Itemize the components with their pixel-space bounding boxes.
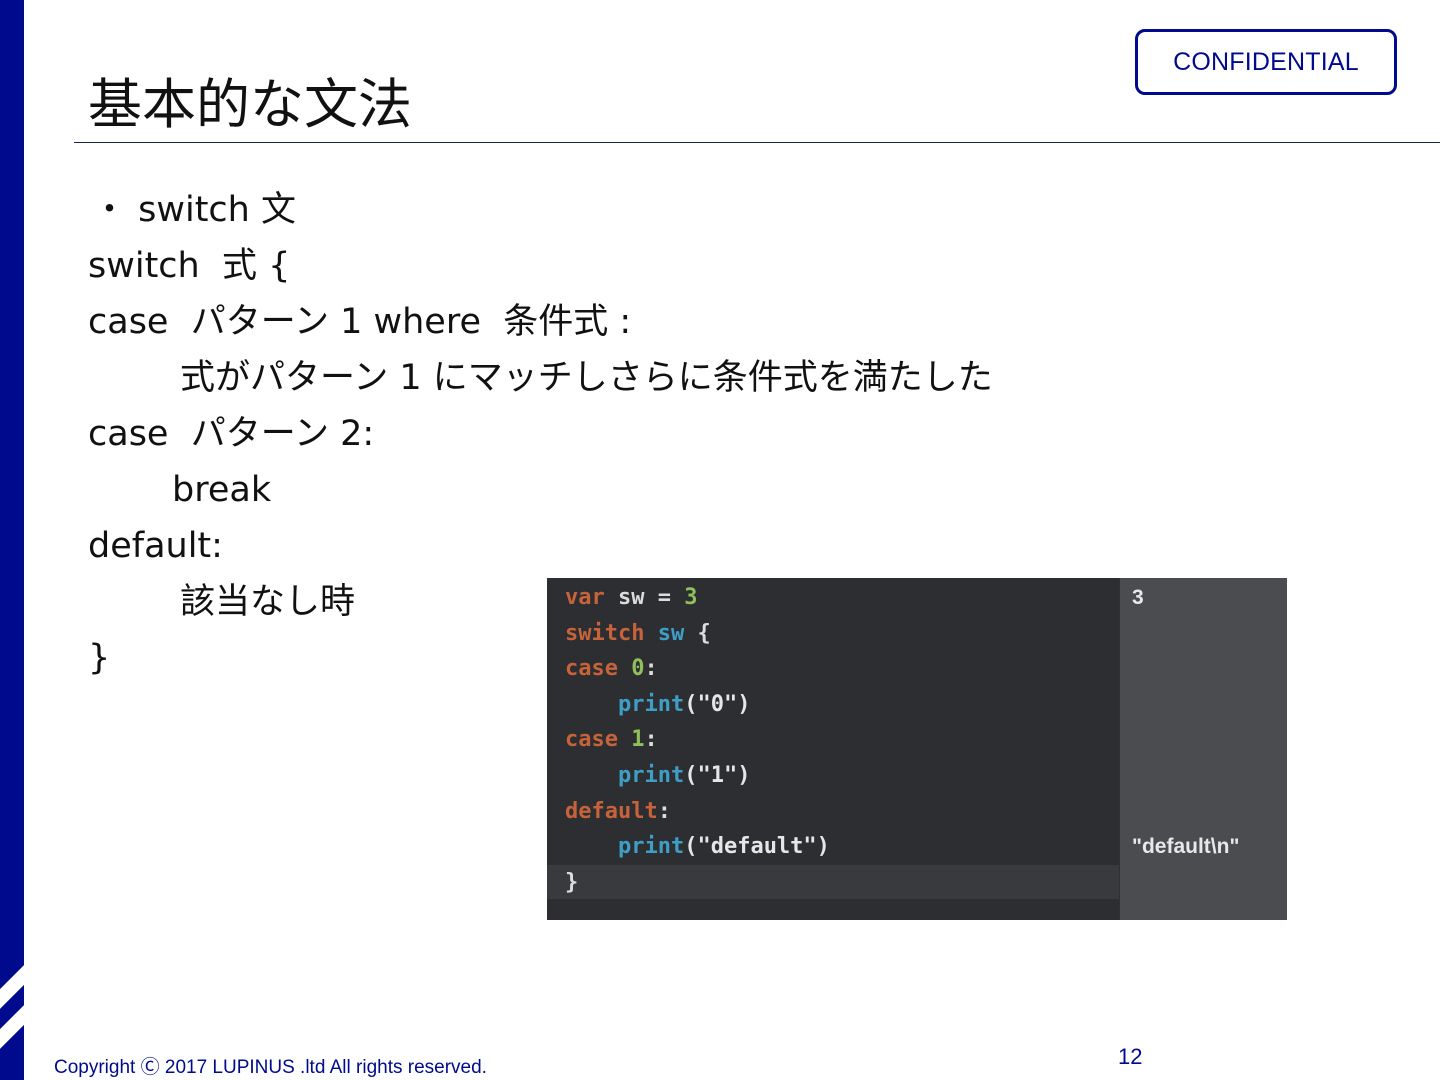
code-line: print("default")	[565, 829, 830, 865]
page-number: 12	[1118, 1044, 1143, 1069]
code-token: sw	[657, 620, 685, 646]
code-token: print	[617, 691, 685, 717]
code-token: 0	[631, 656, 645, 682]
body-line: }	[88, 638, 111, 678]
footer-copyright: Copyright Ⓒ 2017 LUPINUS .ltd All rights…	[54, 1057, 487, 1078]
code-token: case	[565, 727, 618, 753]
code-line: switch sw {	[565, 616, 830, 652]
code-token: 1	[631, 727, 645, 753]
body-line: case パターン 2:	[88, 414, 375, 454]
code-token: }	[565, 869, 579, 895]
code-token: 3	[684, 585, 698, 610]
code-token: :	[657, 798, 671, 824]
body-line: 式がパターン 1 にマッチしさらに条件式を満たした	[180, 358, 993, 398]
code-token: default	[565, 798, 658, 824]
body-line: ・ switch 文	[92, 190, 296, 230]
code-listing: var sw = 3 switch sw {case 0: print("0") c…	[565, 580, 830, 900]
code-token: case	[565, 656, 618, 682]
code-token: sw =	[604, 585, 685, 610]
code-token: print	[617, 762, 685, 788]
code-line: print("0")	[565, 687, 830, 723]
body-line: break	[172, 470, 272, 510]
body-line: default:	[88, 526, 223, 566]
code-line: var sw = 3	[565, 580, 830, 616]
code-token: ("default")	[684, 834, 830, 860]
result-value: "default\n"	[1132, 835, 1240, 859]
result-value: 3	[1132, 586, 1144, 609]
code-token: :	[644, 727, 658, 753]
code-token: {	[684, 620, 711, 646]
code-token: switch	[565, 620, 645, 646]
code-token: print	[617, 834, 685, 860]
code-line: case 1:	[565, 722, 830, 758]
body-line: switch 式 {	[88, 246, 291, 286]
code-token: :	[644, 656, 658, 682]
results-sidebar	[1120, 578, 1287, 920]
code-line: case 0:	[565, 651, 830, 687]
code-token: ("1")	[684, 762, 751, 788]
code-playground-screenshot: var sw = 3 switch sw {case 0: print("0") c…	[547, 578, 1287, 920]
body-line: 該当なし時	[180, 582, 356, 622]
body-line: case パターン 1 where 条件式 :	[88, 302, 632, 342]
code-line: print("1")	[565, 758, 830, 794]
code-token: ("0")	[684, 691, 751, 717]
code-line: }	[565, 865, 830, 901]
code-token: var	[565, 585, 605, 610]
code-line: default:	[565, 794, 830, 830]
